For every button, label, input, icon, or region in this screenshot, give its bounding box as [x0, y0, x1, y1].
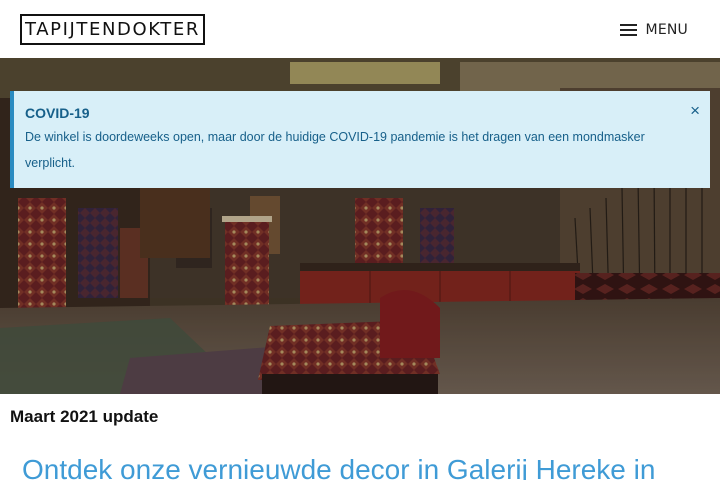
menu-label: MENU: [645, 22, 688, 38]
alert-title: COVID-19: [25, 105, 90, 121]
alert-body: De winkel is doordeweeks open, maar door…: [25, 130, 645, 170]
hamburger-icon: [619, 24, 637, 36]
update-title: Maart 2021 update: [10, 407, 159, 426]
close-icon[interactable]: ×: [690, 101, 700, 121]
covid-alert: COVID-19 De winkel is doordeweeks open, …: [10, 91, 710, 188]
logo[interactable]: TAPIJTENDOKTER: [20, 14, 205, 45]
logo-text: TAPIJTENDOKTER: [25, 19, 200, 40]
headline: Ontdek onze vernieuwde decor in Galerij …: [22, 454, 656, 480]
site-header: TAPIJTENDOKTER MENU: [0, 0, 720, 58]
menu-button[interactable]: MENU: [619, 18, 688, 42]
